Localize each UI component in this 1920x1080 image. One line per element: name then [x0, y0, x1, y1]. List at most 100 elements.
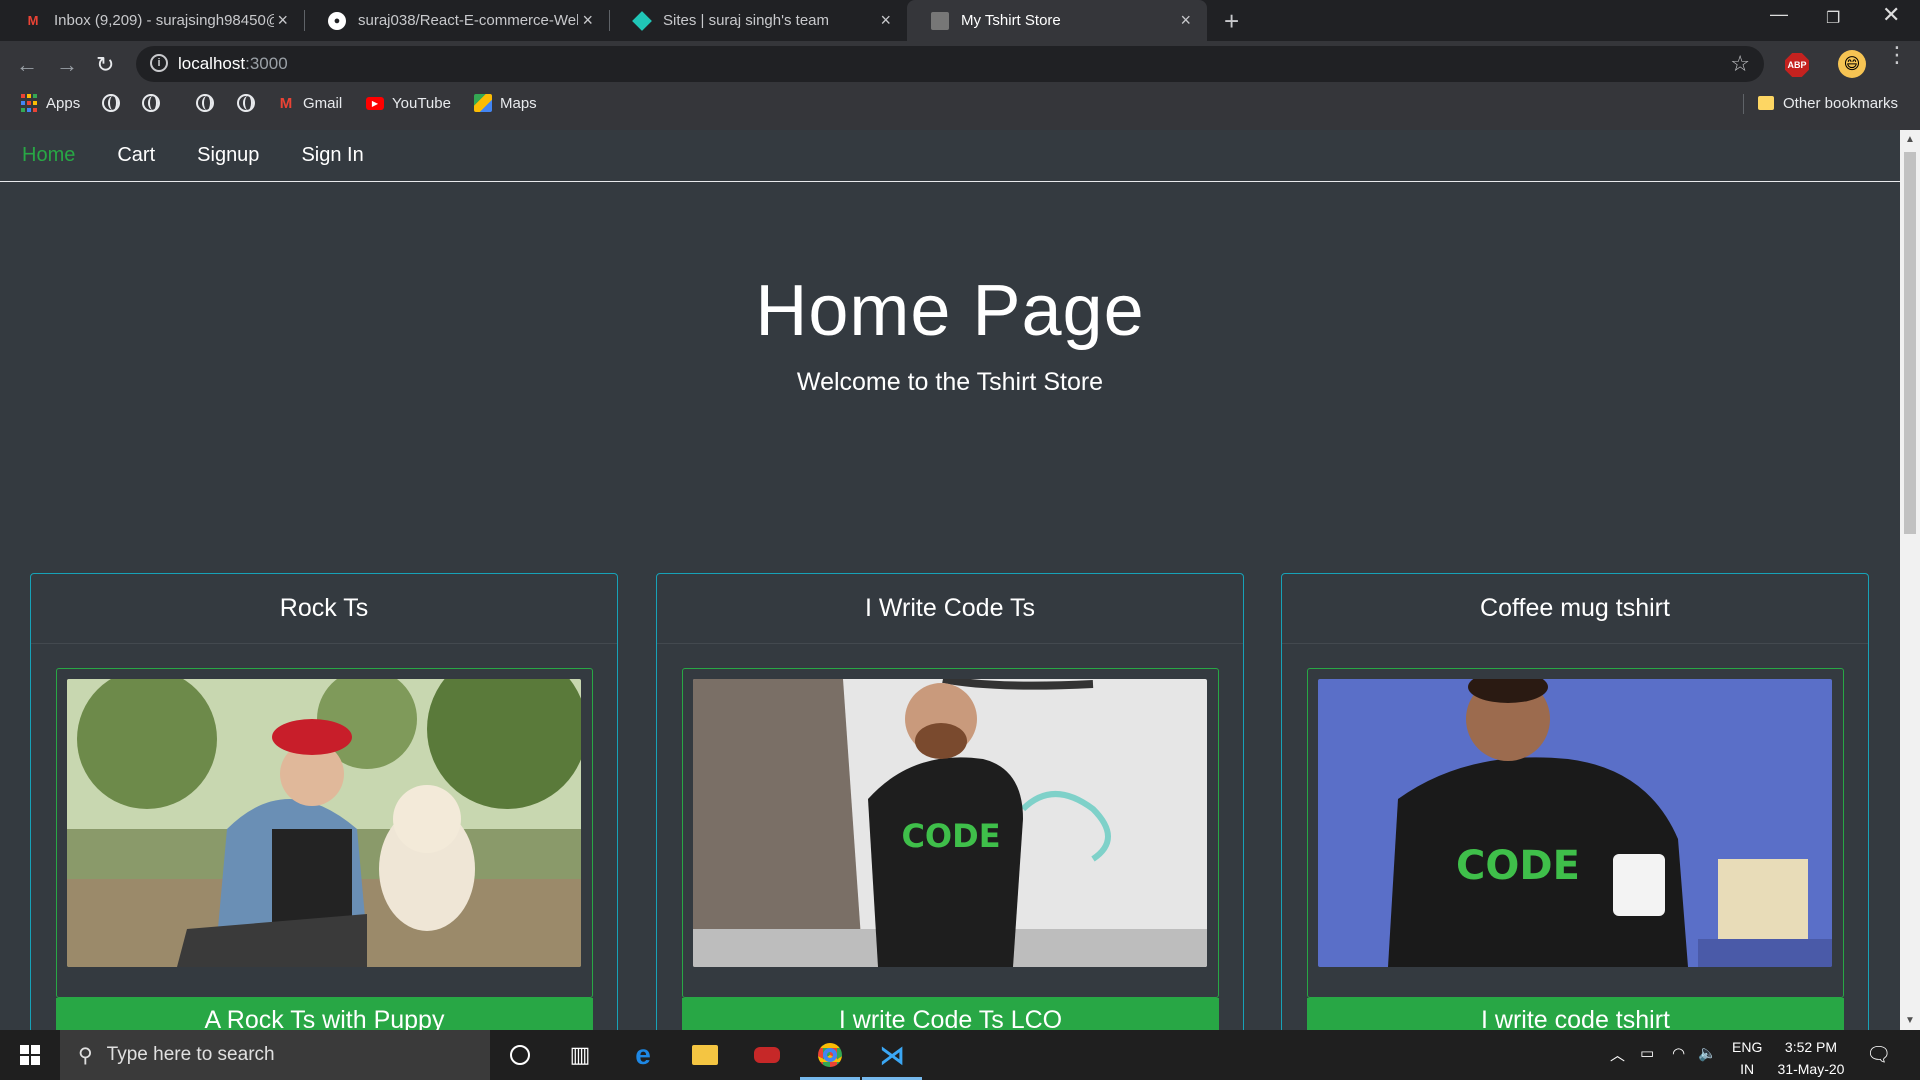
product-description: A Rock Ts with Puppy — [56, 998, 593, 1030]
taskbar-search[interactable]: ⚲ Type here to search — [60, 1030, 490, 1080]
new-tab-button[interactable]: + — [1224, 6, 1239, 37]
task-view-icon[interactable]: ▥ — [565, 1040, 595, 1070]
bookmark-apps[interactable]: Apps — [20, 94, 80, 112]
product-title: I Write Code Ts — [657, 574, 1243, 644]
product-card: I Write Code Ts CODE I write Code Ts LCO — [656, 573, 1244, 1030]
svg-text:CODE: CODE — [901, 817, 1000, 855]
search-icon: ⚲ — [78, 1044, 93, 1067]
nav-signup[interactable]: Signup — [197, 144, 259, 167]
windows-taskbar: ⚲ Type here to search ▥ e ⋊ ︿ ▭ ◠ 🔈 ENG … — [0, 1030, 1920, 1080]
svg-text:CODE: CODE — [1456, 843, 1580, 889]
apps-grid-icon — [20, 94, 38, 112]
notification-icon[interactable]: 🗨 — [1866, 1042, 1891, 1067]
clock-date: 31-May-20 — [1777, 1061, 1845, 1077]
tab-title: Inbox (9,209) - surajsingh98450@ — [54, 12, 274, 29]
other-bookmarks[interactable]: Other bookmarks — [1757, 94, 1898, 112]
adblock-plus-icon[interactable]: ABP — [1785, 53, 1809, 77]
volume-icon[interactable]: 🔈 — [1698, 1044, 1717, 1062]
scroll-up-icon[interactable]: ▲ — [1905, 134, 1915, 145]
nav-home[interactable]: Home — [22, 144, 75, 167]
tab-title: suraj038/React-E-commerce-Web — [358, 12, 578, 29]
clock[interactable]: 3:52 PM 31-May-20 — [1774, 1036, 1848, 1080]
app-icon[interactable] — [752, 1040, 782, 1070]
site-icon — [931, 11, 949, 30]
profile-avatar[interactable]: 😄 — [1838, 50, 1866, 78]
reload-icon[interactable]: ↻ — [96, 52, 114, 78]
windows-start-icon[interactable] — [15, 1040, 45, 1070]
github-icon: ● — [328, 11, 346, 30]
nav-cart[interactable]: Cart — [117, 144, 155, 167]
forward-icon[interactable]: → — [56, 52, 78, 78]
bookmark-gmail[interactable]: M Gmail — [277, 94, 342, 112]
netlify-icon — [632, 10, 652, 31]
product-image-frame: CODE — [1307, 668, 1844, 998]
bookmark-globe-4[interactable] — [237, 94, 255, 112]
tab-netlify[interactable]: Sites | suraj singh's team × — [609, 0, 907, 41]
bookmark-globe-1[interactable] — [102, 94, 120, 112]
vscode-icon[interactable]: ⋊ — [877, 1040, 907, 1070]
product-description: I write Code Ts LCO — [682, 998, 1219, 1030]
product-image[interactable]: CODE — [693, 679, 1207, 967]
bookmark-youtube[interactable]: ▶ YouTube — [366, 94, 451, 112]
clock-time: 3:52 PM — [1784, 1039, 1838, 1055]
back-icon[interactable]: ← — [16, 52, 38, 78]
search-placeholder: Type here to search — [106, 1044, 275, 1065]
url-text[interactable]: localhost:3000 — [178, 54, 288, 74]
nav-signin[interactable]: Sign In — [301, 144, 363, 167]
tab-title: Sites | suraj singh's team — [663, 12, 829, 29]
tab-strip: M Inbox (9,209) - surajsingh98450@ × ● s… — [0, 0, 1920, 41]
bookmark-globe-3[interactable] — [196, 94, 214, 112]
web-page: Home Cart Signup Sign In Home Page Welco… — [0, 130, 1900, 1030]
close-window-icon[interactable]: ✕ — [1882, 2, 1900, 28]
youtube-icon: ▶ — [366, 94, 384, 112]
page-subtitle: Welcome to the Tshirt Store — [796, 368, 1104, 396]
address-bar[interactable]: i localhost:3000 ☆ — [136, 46, 1764, 82]
tab-github[interactable]: ● suraj038/React-E-commerce-Web × — [304, 0, 610, 41]
gmail-icon: M — [279, 94, 293, 112]
page-scrollbar[interactable]: ▲ ▼ — [1900, 130, 1920, 1030]
product-image[interactable] — [67, 679, 581, 967]
gmail-icon: M — [27, 13, 39, 28]
cortana-icon[interactable] — [505, 1040, 535, 1070]
tab-title: My Tshirt Store — [961, 12, 1061, 29]
globe-icon — [237, 94, 255, 112]
maps-icon — [474, 94, 492, 112]
scroll-down-icon[interactable]: ▼ — [1905, 1015, 1915, 1026]
browser-chrome: M Inbox (9,209) - surajsingh98450@ × ● s… — [0, 0, 1920, 130]
language-code: ENG — [1732, 1039, 1763, 1055]
battery-icon[interactable]: ▭ — [1640, 1044, 1654, 1062]
product-description: I write code tshirt — [1307, 998, 1844, 1030]
close-icon[interactable]: × — [582, 10, 593, 31]
globe-icon — [196, 94, 214, 112]
scroll-thumb[interactable] — [1904, 152, 1916, 534]
bookmark-label: YouTube — [392, 94, 451, 112]
file-explorer-icon[interactable] — [690, 1040, 720, 1070]
product-card: Coffee mug tshirt CODE I write code tshi… — [1281, 573, 1869, 1030]
wifi-icon[interactable]: ◠ — [1672, 1044, 1685, 1062]
url-port: :3000 — [245, 54, 288, 73]
close-icon[interactable]: × — [880, 10, 891, 31]
minimize-icon[interactable]: — — [1770, 4, 1788, 25]
globe-icon — [142, 94, 160, 112]
tab-tshirt-store[interactable]: My Tshirt Store × — [907, 0, 1207, 41]
tray-chevron-icon[interactable]: ︿ — [1610, 1044, 1625, 1065]
site-navbar: Home Cart Signup Sign In — [0, 130, 1900, 182]
bookmark-label: Gmail — [303, 94, 343, 112]
product-image-frame — [56, 668, 593, 998]
restore-icon[interactable]: ❐ — [1826, 8, 1840, 28]
hero-section: Home Page Welcome to the Tshirt Store — [0, 270, 1900, 397]
bookmark-maps[interactable]: Maps — [474, 94, 537, 112]
chrome-menu-icon[interactable]: ⋮ — [1886, 44, 1908, 66]
language-indicator[interactable]: ENG IN — [1732, 1036, 1762, 1080]
bookmark-divider — [1743, 94, 1744, 114]
tab-gmail[interactable]: M Inbox (9,209) - surajsingh98450@ × — [0, 0, 305, 41]
edge-icon[interactable]: e — [628, 1039, 658, 1070]
info-icon[interactable]: i — [150, 54, 168, 72]
chrome-icon[interactable] — [815, 1040, 845, 1070]
bookmark-star-icon[interactable]: ☆ — [1730, 51, 1750, 77]
bookmark-globe-2[interactable] — [142, 94, 160, 112]
product-image-frame: CODE — [682, 668, 1219, 998]
product-image[interactable]: CODE — [1318, 679, 1832, 967]
close-icon[interactable]: × — [277, 10, 288, 31]
close-icon[interactable]: × — [1180, 10, 1191, 31]
